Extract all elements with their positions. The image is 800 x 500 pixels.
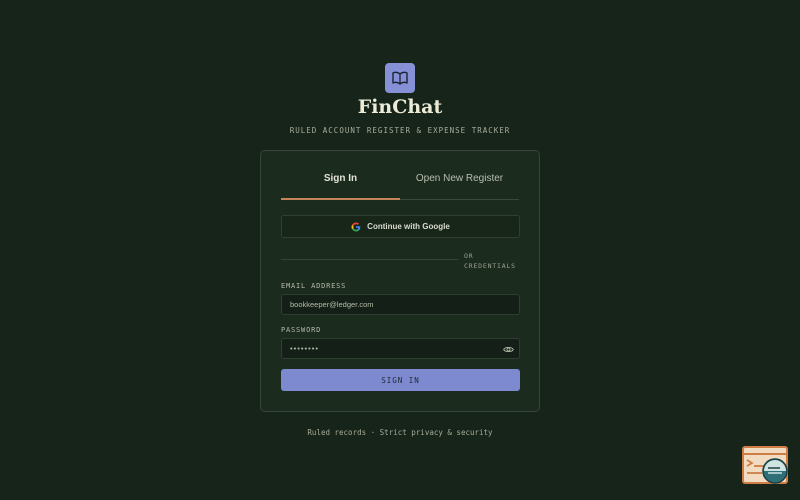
- footer-text: Ruled records · Strict privacy & securit…: [307, 428, 493, 437]
- app-logo: [385, 63, 415, 93]
- continue-with-google-button[interactable]: Continue with Google: [281, 215, 520, 238]
- auth-card: Sign In Open New Register Continue with …: [260, 150, 540, 412]
- email-field[interactable]: bookkeeper@ledger.com: [281, 294, 520, 315]
- password-value: ••••••••: [290, 344, 320, 353]
- eye-icon[interactable]: [503, 344, 514, 355]
- tab-sign-in[interactable]: Sign In: [281, 168, 400, 200]
- divider-line: [281, 259, 458, 260]
- sign-in-button[interactable]: SIGN IN: [281, 369, 520, 391]
- google-button-label: Continue with Google: [367, 222, 450, 231]
- terminal-chat-icon[interactable]: [742, 446, 790, 486]
- google-icon: [351, 222, 361, 231]
- tab-open-new-register[interactable]: Open New Register: [400, 168, 519, 200]
- open-book-icon: [392, 71, 408, 85]
- password-field[interactable]: ••••••••: [281, 338, 520, 359]
- app-subtitle: RULED ACCOUNT REGISTER & EXPENSE TRACKER: [289, 126, 511, 135]
- app-title: FinChat: [357, 96, 443, 118]
- email-label: EMAIL ADDRESS: [281, 282, 347, 290]
- password-label: PASSWORD: [281, 326, 322, 334]
- divider-label: OR CREDENTIALS: [464, 252, 516, 270]
